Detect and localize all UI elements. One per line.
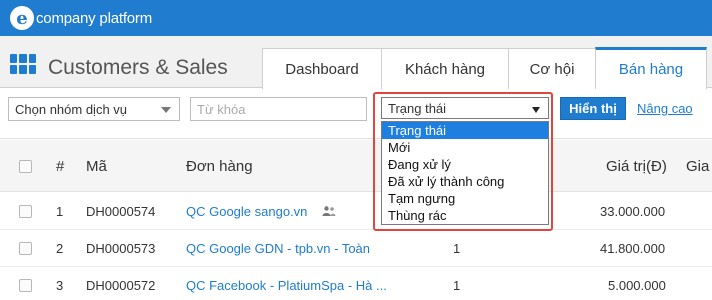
row-value: 5.000.000 [608,278,666,293]
tab-dashboard[interactable]: Dashboard [262,48,382,89]
tab-ban-hang[interactable]: Bán hàng [595,47,707,89]
chevron-down-icon [161,107,171,113]
keyword-input[interactable] [190,97,367,121]
service-group-value: Chọn nhóm dịch vụ [15,101,128,117]
row-quantity: 1 [453,241,461,256]
status-option-thung-rac[interactable]: Thùng rác [382,207,548,224]
status-option-trang-thai[interactable]: Trạng thái [382,122,548,139]
page-title: Customers & Sales [48,56,228,79]
row-order-link[interactable]: QC Google sango.vn [186,204,307,219]
advanced-link[interactable]: Nâng cao [637,101,693,116]
row-index: 1 [56,204,64,219]
status-option-da-xu-ly-thanh-cong[interactable]: Đã xử lý thành công [382,173,548,190]
row-code: DH0000573 [86,241,156,256]
status-option-dang-xu-ly[interactable]: Đang xử lý [382,156,548,173]
logo-text: company platform [36,9,153,27]
row-index: 3 [56,278,64,293]
app-header: Customers & Sales Dashboard Khách hàng C… [0,36,712,89]
table-row[interactable]: 1 DH0000574 QC Google sango.vn 33.000.00… [0,193,712,230]
select-all-checkbox[interactable] [19,160,32,173]
company-logo[interactable]: e company platform [10,6,152,30]
status-dropdown-list: Trạng thái Mới Đang xử lý Đã xử lý thành… [381,121,549,225]
column-header-index: # [56,158,65,175]
row-value: 41.800.000 [600,241,666,256]
logo-mark-icon: e [10,6,34,30]
apps-grid-icon[interactable] [10,54,36,74]
status-option-tam-ngung[interactable]: Tạm ngưng [382,190,548,207]
row-checkbox[interactable] [19,242,32,255]
tab-co-hoi[interactable]: Cơ hội [508,48,596,89]
people-icon [322,206,336,216]
row-code: DH0000574 [86,204,156,219]
tab-khach-hang[interactable]: Khách hàng [381,48,509,89]
row-order-link[interactable]: QC Facebook - PlatiumSpa - Hà ... [186,278,387,293]
row-checkbox[interactable] [19,279,32,292]
table-row[interactable]: 3 DH0000572 QC Facebook - PlatiumSpa - H… [0,267,712,300]
column-header-code[interactable]: Mã [86,158,107,175]
top-bar: e company platform [0,0,712,36]
table-row[interactable]: 2 DH0000573 QC Google GDN - tpb.vn - Toà… [0,230,712,267]
column-header-extra[interactable]: Gia [686,158,709,175]
column-header-value[interactable]: Giá trị(Đ) [606,158,667,175]
row-order-link[interactable]: QC Google GDN - tpb.vn - Toàn [186,241,370,256]
row-code: DH0000572 [86,278,156,293]
show-button[interactable]: Hiển thị [560,97,626,120]
status-option-moi[interactable]: Mới [382,139,548,156]
row-value: 33.000.000 [600,204,666,219]
row-index: 2 [56,241,64,256]
column-header-order[interactable]: Đơn hàng [186,158,253,175]
service-group-select[interactable]: Chọn nhóm dịch vụ [8,97,180,121]
table-header: # Mã Đơn hàng Giá trị(Đ) Gia [0,140,712,192]
row-quantity: 1 [453,278,461,293]
row-checkbox[interactable] [19,205,32,218]
